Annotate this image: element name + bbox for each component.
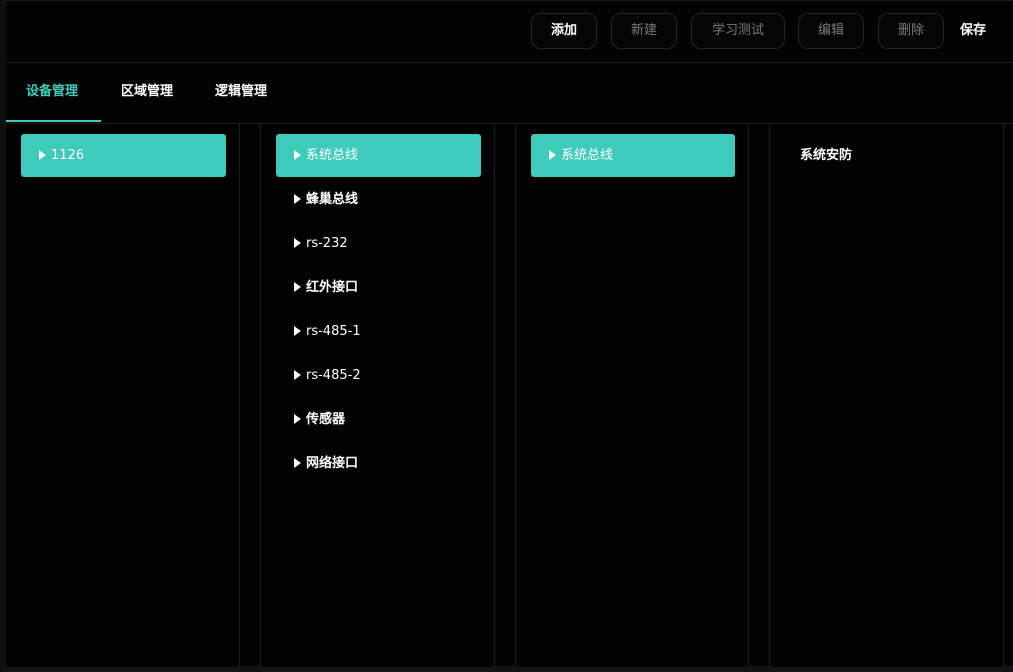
edit-button[interactable]: 编辑 <box>798 13 864 49</box>
list-item-label: 红外接口 <box>306 280 359 295</box>
tab-bar: 设备管理 区域管理 逻辑管理 <box>6 62 1013 124</box>
list-item-label: 系统总线 <box>561 148 614 163</box>
column-divider <box>239 124 240 667</box>
add-button[interactable]: 添加 <box>531 13 597 49</box>
list-item-label: 传感器 <box>306 412 346 427</box>
caret-right-icon <box>549 150 556 160</box>
interface-item-system-bus[interactable]: 系统总线 <box>276 134 481 177</box>
function-item-security[interactable]: 系统安防 <box>800 134 852 177</box>
caret-right-icon <box>294 458 301 468</box>
interface-column: 系统总线 蜂巢总线 rs-232 红外接口 rs-485-1 rs-485-2 … <box>261 124 494 667</box>
device-column: 1126 <box>6 124 239 667</box>
list-item-label: 网络接口 <box>306 456 359 471</box>
list-item-label: rs-232 <box>306 236 348 251</box>
toolbar: 添加 新建 学习测试 编辑 删除 保存 <box>6 1 1013 63</box>
list-item-label: rs-485-1 <box>306 324 361 339</box>
column-divider <box>494 124 495 667</box>
list-item-label: 1126 <box>51 148 85 163</box>
list-item-label: 蜂巢总线 <box>306 192 359 207</box>
column-divider <box>748 124 749 667</box>
new-button[interactable]: 新建 <box>611 13 677 49</box>
device-item-1126[interactable]: 1126 <box>21 134 226 177</box>
learn-test-button[interactable]: 学习测试 <box>691 13 785 49</box>
interface-item-rs232[interactable]: rs-232 <box>276 222 481 265</box>
delete-button[interactable]: 删除 <box>878 13 944 49</box>
sub-interface-column: 系统总线 <box>516 124 748 667</box>
interface-item-infrared[interactable]: 红外接口 <box>276 266 481 309</box>
interface-item-rs485-1[interactable]: rs-485-1 <box>276 310 481 353</box>
app-window: 添加 新建 学习测试 编辑 删除 保存 设备管理 区域管理 逻辑管理 1126 … <box>0 0 1013 672</box>
list-item-label: rs-485-2 <box>306 368 361 383</box>
caret-right-icon <box>294 414 301 424</box>
interface-item-rs485-2[interactable]: rs-485-2 <box>276 354 481 397</box>
tab-area-management[interactable]: 区域管理 <box>121 62 173 122</box>
tab-logic-management[interactable]: 逻辑管理 <box>215 62 267 122</box>
caret-right-icon <box>294 326 301 336</box>
caret-right-icon <box>39 150 46 160</box>
interface-item-sensor[interactable]: 传感器 <box>276 398 481 441</box>
caret-right-icon <box>294 282 301 292</box>
list-item-label: 系统总线 <box>306 148 359 163</box>
column-divider <box>1003 124 1004 667</box>
caret-right-icon <box>294 194 301 204</box>
caret-right-icon <box>294 238 301 248</box>
interface-item-network[interactable]: 网络接口 <box>276 442 481 485</box>
caret-right-icon <box>294 150 301 160</box>
interface-item-hive-bus[interactable]: 蜂巢总线 <box>276 178 481 221</box>
function-column: 系统安防 <box>770 124 1003 667</box>
save-button[interactable]: 保存 <box>960 13 986 49</box>
tab-device-management[interactable]: 设备管理 <box>6 62 101 122</box>
sub-interface-item-system-bus[interactable]: 系统总线 <box>531 134 735 177</box>
caret-right-icon <box>294 370 301 380</box>
